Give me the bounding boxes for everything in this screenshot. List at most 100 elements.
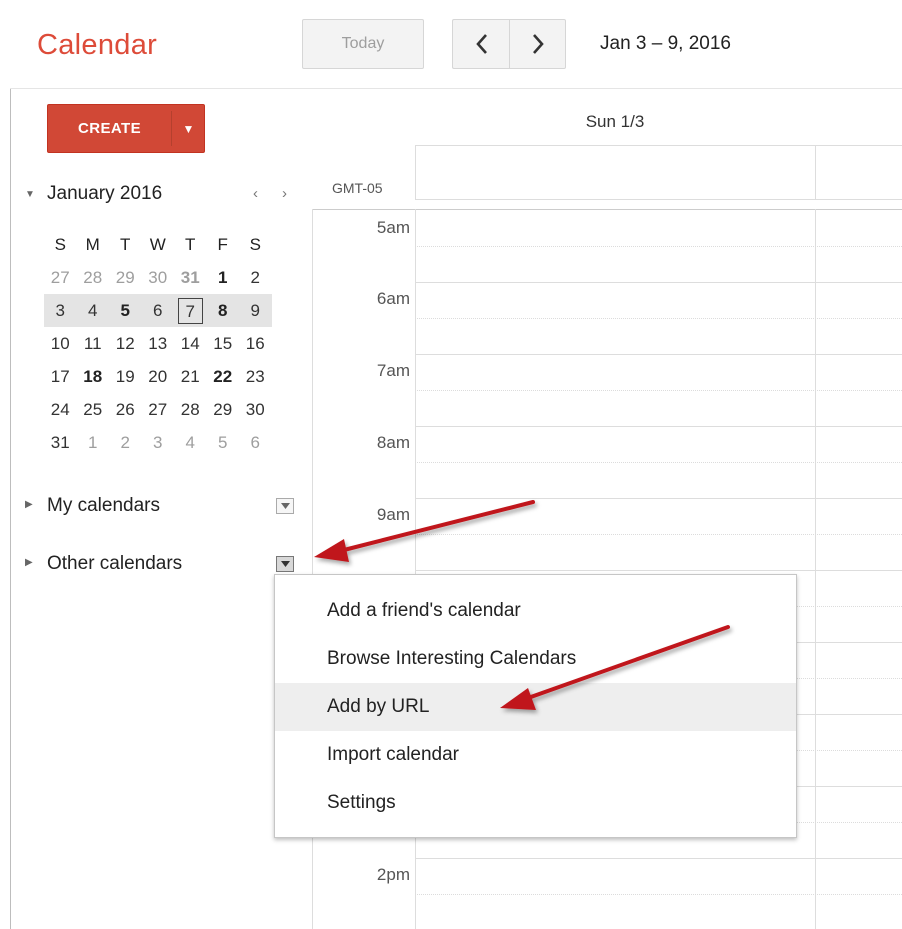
day-cell[interactable]: 27 — [44, 261, 77, 294]
hour-line — [415, 570, 902, 571]
menu-item-browse-calendars[interactable]: Browse Interesting Calendars — [275, 635, 796, 683]
day-cell[interactable]: 1 — [207, 261, 240, 294]
weekday-label: S — [54, 234, 66, 254]
today-button[interactable]: Today — [302, 19, 424, 69]
day-cell[interactable]: 16 — [239, 327, 272, 360]
day-cell[interactable]: 4 — [76, 294, 109, 327]
day-cell[interactable]: 28 — [174, 393, 207, 426]
caret-down-icon[interactable]: ▼ — [25, 189, 35, 200]
other-calendars-menu-button[interactable] — [276, 556, 294, 572]
triangle-down-icon — [280, 561, 290, 567]
weekday-row: S M T W T F S — [44, 228, 272, 261]
day-cell[interactable]: 31 — [174, 261, 207, 294]
day-cell[interactable]: 3 — [44, 294, 77, 327]
day-column-header[interactable]: Sun 1/3 — [415, 112, 815, 132]
day-cell[interactable]: 23 — [239, 360, 272, 393]
weekday-label: S — [249, 234, 261, 254]
mini-calendar-grid: S M T W T F S 27 28 29 30 31 1 2 3 4 5 6… — [44, 228, 272, 459]
day-cell[interactable]: 14 — [174, 327, 207, 360]
my-calendars-menu-button[interactable] — [276, 498, 294, 514]
week-row: 10 11 12 13 14 15 16 — [44, 327, 272, 360]
day-cell[interactable]: 25 — [77, 393, 110, 426]
all-day-separator — [815, 145, 816, 200]
half-hour-line — [415, 894, 902, 895]
day-cell[interactable]: 6 — [239, 426, 272, 459]
hour-label: 7am — [376, 361, 410, 380]
menu-item-settings[interactable]: Settings — [275, 779, 796, 827]
day-cell[interactable]: 1 — [77, 426, 110, 459]
mini-calendar-prev-button[interactable]: ‹ — [253, 185, 258, 202]
day-cell[interactable]: 26 — [109, 393, 142, 426]
day-cell[interactable]: 6 — [141, 294, 174, 327]
triangle-down-icon — [280, 503, 290, 509]
week-row: 27 28 29 30 31 1 2 — [44, 261, 272, 294]
other-calendars-section[interactable]: ▶ Other calendars — [25, 553, 305, 577]
menu-item-add-by-url[interactable]: Add by URL — [275, 683, 796, 731]
chevron-left-icon — [475, 34, 487, 54]
menu-item-add-friend-calendar[interactable]: Add a friend's calendar — [275, 587, 796, 635]
day-cell[interactable]: 30 — [239, 393, 272, 426]
caret-right-icon: ▶ — [25, 557, 33, 568]
day-cell[interactable]: 31 — [44, 426, 77, 459]
day-cell[interactable]: 10 — [44, 327, 77, 360]
mini-calendar-title[interactable]: January 2016 — [47, 183, 162, 205]
next-period-button[interactable] — [509, 19, 566, 69]
weekday-label: M — [85, 234, 100, 254]
day-cell[interactable]: 13 — [142, 327, 175, 360]
timezone-label: GMT-05 — [332, 180, 383, 196]
day-cell[interactable]: 22 — [207, 360, 240, 393]
chevron-right-icon — [532, 34, 544, 54]
today-date: 7 — [177, 297, 203, 324]
day-cell[interactable]: 2 — [109, 426, 142, 459]
create-button[interactable]: CREATE — [48, 105, 171, 152]
day-cell[interactable]: 28 — [77, 261, 110, 294]
day-cell[interactable]: 18 — [77, 360, 110, 393]
day-cell[interactable]: 3 — [142, 426, 175, 459]
day-cell[interactable]: 5 — [207, 426, 240, 459]
day-cell[interactable]: 8 — [206, 294, 239, 327]
hour-label: 2pm — [376, 865, 410, 884]
day-cell[interactable]: 19 — [109, 360, 142, 393]
hour-label: 6am — [376, 289, 410, 308]
all-day-row[interactable] — [415, 145, 902, 200]
day-cell[interactable]: 29 — [109, 261, 142, 294]
week-row-current: 3 4 5 6 7 8 9 — [44, 294, 272, 327]
week-row: 31 1 2 3 4 5 6 — [44, 426, 272, 459]
day-cell[interactable]: 21 — [174, 360, 207, 393]
day-cell[interactable]: 2 — [239, 261, 272, 294]
mini-calendar-header: ▼ January 2016 ‹ › — [25, 183, 305, 209]
half-hour-line — [415, 390, 902, 391]
day-cell[interactable]: 15 — [207, 327, 240, 360]
hour-line — [415, 426, 902, 427]
app-title[interactable]: Calendar — [37, 29, 157, 62]
date-range-label: Jan 3 – 9, 2016 — [600, 33, 731, 54]
day-cell[interactable]: 30 — [142, 261, 175, 294]
mini-calendar-next-button[interactable]: › — [282, 185, 287, 202]
my-calendars-section[interactable]: ▶ My calendars — [25, 495, 305, 519]
my-calendars-label[interactable]: My calendars — [47, 495, 160, 517]
weekday-label: T — [120, 234, 131, 254]
day-cell[interactable]: 20 — [142, 360, 175, 393]
day-cell[interactable]: 17 — [44, 360, 77, 393]
hour-line — [415, 354, 902, 355]
other-calendars-label[interactable]: Other calendars — [47, 553, 182, 575]
day-cell[interactable]: 9 — [239, 294, 272, 327]
weekday-label: F — [217, 234, 228, 254]
day-cell[interactable]: 29 — [207, 393, 240, 426]
hour-label: 8am — [376, 433, 410, 452]
day-cell[interactable]: 24 — [44, 393, 77, 426]
hour-line — [415, 498, 902, 499]
day-cell[interactable]: 27 — [142, 393, 175, 426]
day-cell-today[interactable]: 7 — [174, 294, 207, 327]
create-dropdown-button[interactable]: ▼ — [172, 105, 205, 152]
day-cell[interactable]: 12 — [109, 327, 142, 360]
hour-line — [415, 282, 902, 283]
day-cell[interactable]: 11 — [77, 327, 110, 360]
day-cell[interactable]: 4 — [174, 426, 207, 459]
next-day-column-border — [815, 209, 816, 929]
hour-label: 9am — [376, 505, 410, 524]
day-cell[interactable]: 5 — [109, 294, 142, 327]
menu-item-import-calendar[interactable]: Import calendar — [275, 731, 796, 779]
previous-period-button[interactable] — [452, 19, 510, 69]
half-hour-line — [415, 534, 902, 535]
